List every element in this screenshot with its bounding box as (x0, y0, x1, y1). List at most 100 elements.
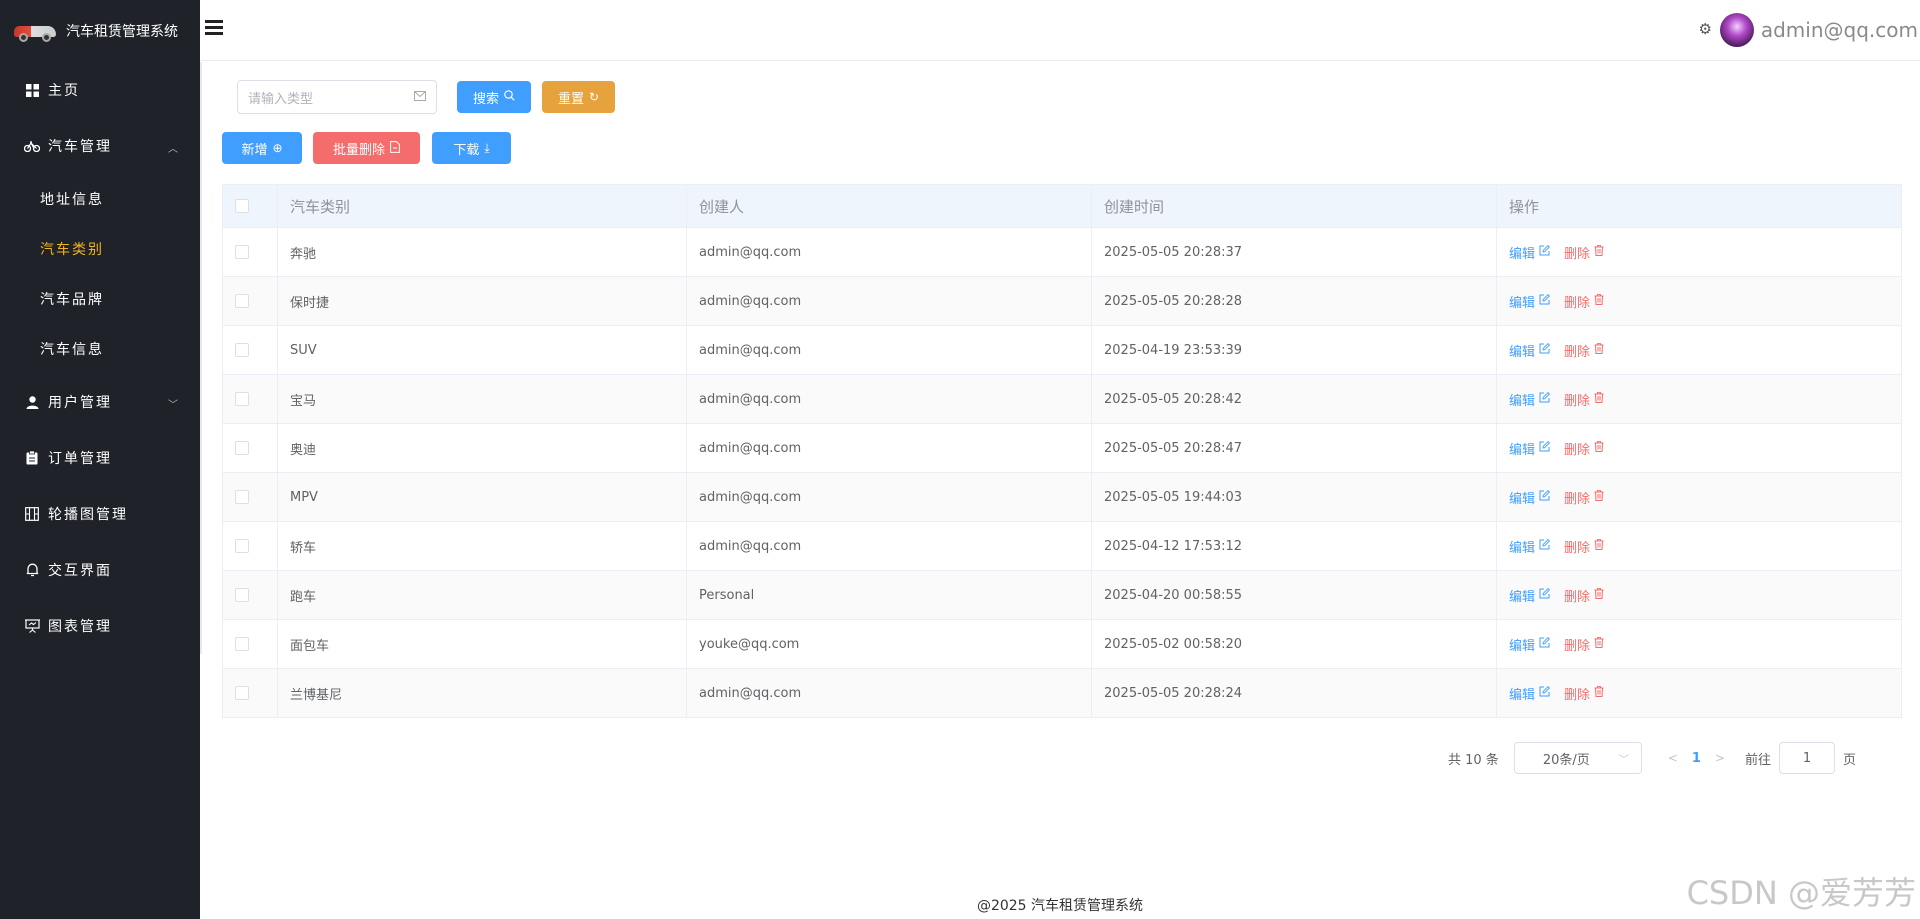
sidebar-subitem-car-info[interactable]: 汽车信息 (0, 324, 200, 374)
sidebar-item-car-management[interactable]: 汽车管理 ︿ (0, 118, 200, 174)
row-checkbox[interactable] (235, 686, 249, 700)
edit-icon (1539, 293, 1551, 308)
edit-label: 编辑 (1509, 491, 1536, 507)
table-row: SUV admin@qq.com 2025-04-19 23:53:39 编辑 删除 (223, 326, 1901, 375)
delete-button[interactable]: 删除 (1564, 586, 1604, 605)
search-button[interactable]: 搜索 (457, 81, 532, 113)
sidebar-item-home[interactable]: 主页 (0, 62, 200, 118)
mail-icon (414, 90, 426, 105)
creator-cell: admin@qq.com (687, 522, 1092, 570)
created-time-cell: 2025-05-05 20:28:24 (1092, 669, 1497, 717)
delete-label: 删除 (1564, 638, 1591, 654)
edit-icon (1539, 587, 1551, 602)
edit-button[interactable]: 编辑 (1509, 586, 1551, 605)
operations-cell: 编辑 删除 (1497, 424, 1901, 472)
created-time-cell: 2025-04-19 23:53:39 (1092, 326, 1497, 374)
row-checkbox[interactable] (235, 490, 249, 504)
user-icon (24, 394, 40, 410)
select-all-checkbox[interactable] (235, 199, 249, 213)
row-checkbox[interactable] (235, 245, 249, 259)
add-button[interactable]: 新增 ⊕ (222, 132, 302, 164)
gear-icon[interactable]: ⚙ (1699, 20, 1712, 38)
row-checkbox[interactable] (235, 637, 249, 651)
sidebar-item-interaction[interactable]: 交互界面 (0, 542, 200, 598)
delete-button[interactable]: 删除 (1564, 635, 1604, 654)
app-title: 汽车租赁管理系统 (66, 24, 178, 40)
edit-button[interactable]: 编辑 (1509, 341, 1551, 360)
page-number-current[interactable]: 1 (1692, 751, 1701, 766)
trash-icon (1594, 686, 1604, 700)
edit-button[interactable]: 编辑 (1509, 292, 1551, 311)
row-checkbox[interactable] (235, 441, 249, 455)
prev-page-icon[interactable]: < (1668, 751, 1678, 765)
batch-delete-button[interactable]: 批量删除 (313, 132, 420, 164)
sidebar-subitem-address[interactable]: 地址信息 (0, 174, 200, 224)
row-checkbox[interactable] (235, 392, 249, 406)
chevron-down-icon: ﹀ (168, 400, 178, 411)
edit-button[interactable]: 编辑 (1509, 390, 1551, 409)
creator-cell: admin@qq.com (687, 669, 1092, 717)
operations-cell: 编辑 删除 (1497, 620, 1901, 668)
delete-button[interactable]: 删除 (1564, 243, 1604, 262)
delete-button[interactable]: 删除 (1564, 488, 1604, 507)
row-checkbox[interactable] (235, 539, 249, 553)
row-checkbox[interactable] (235, 294, 249, 308)
sidebar-item-order-management[interactable]: 订单管理 (0, 430, 200, 486)
edit-button[interactable]: 编辑 (1509, 243, 1551, 262)
row-checkbox-cell (223, 669, 278, 717)
avatar[interactable] (1720, 13, 1754, 47)
creator-cell: youke@qq.com (687, 620, 1092, 668)
category-cell: 跑车 (278, 571, 687, 619)
delete-label: 删除 (1564, 589, 1591, 605)
delete-button[interactable]: 删除 (1564, 684, 1604, 703)
edit-label: 编辑 (1509, 442, 1536, 458)
download-button[interactable]: 下载 ⤓ (432, 132, 511, 164)
edit-icon (1539, 440, 1551, 455)
delete-button[interactable]: 删除 (1564, 537, 1604, 556)
sidebar-item-label: 图表管理 (48, 619, 112, 635)
operations-cell: 编辑 删除 (1497, 473, 1901, 521)
delete-button[interactable]: 删除 (1564, 292, 1604, 311)
edit-button[interactable]: 编辑 (1509, 488, 1551, 507)
table-row: 轿车 admin@qq.com 2025-04-12 17:53:12 编辑 删除 (223, 522, 1901, 571)
category-cell: 奥迪 (278, 424, 687, 472)
sidebar-item-carousel-management[interactable]: 轮播图管理 (0, 486, 200, 542)
sidebar-subitem-car-category[interactable]: 汽车类别 (0, 224, 200, 274)
edit-button[interactable]: 编辑 (1509, 635, 1551, 654)
delete-label: 删除 (1564, 246, 1591, 262)
category-cell: 宝马 (278, 375, 687, 423)
goto-page-input[interactable]: 1 (1779, 742, 1835, 774)
chevron-down-icon: ﹀ (1618, 754, 1629, 766)
edit-button[interactable]: 编辑 (1509, 537, 1551, 556)
search-bar: 请输入类型 搜索 重置 ↻ (237, 80, 616, 114)
row-checkbox[interactable] (235, 588, 249, 602)
chevron-up-icon: ︿ (168, 144, 178, 155)
trash-icon (1594, 490, 1604, 504)
row-checkbox[interactable] (235, 343, 249, 357)
delete-button[interactable]: 删除 (1564, 390, 1604, 409)
next-page-icon[interactable]: > (1715, 751, 1725, 765)
pagination-total: 共 10 条 (1448, 752, 1499, 768)
delete-button[interactable]: 删除 (1564, 439, 1604, 458)
created-time-cell: 2025-05-05 20:28:28 (1092, 277, 1497, 325)
bell-icon (24, 562, 40, 578)
created-time-cell: 2025-05-05 20:28:42 (1092, 375, 1497, 423)
menu-toggle-icon[interactable] (205, 20, 223, 36)
edit-button[interactable]: 编辑 (1509, 439, 1551, 458)
sidebar-item-chart-management[interactable]: 图表管理 (0, 598, 200, 654)
sidebar-subitem-car-brand[interactable]: 汽车品牌 (0, 274, 200, 324)
edit-button[interactable]: 编辑 (1509, 684, 1551, 703)
user-name[interactable]: admin@qq.com (1761, 18, 1918, 42)
created-time-cell: 2025-05-05 20:28:47 (1092, 424, 1497, 472)
page-suffix: 页 (1843, 752, 1857, 768)
delete-label: 删除 (1564, 491, 1591, 507)
edit-icon (1539, 342, 1551, 357)
page-size-select[interactable]: 20条/页 ﹀ (1513, 742, 1642, 774)
creator-cell: admin@qq.com (687, 277, 1092, 325)
sidebar-item-user-management[interactable]: 用户管理 ﹀ (0, 374, 200, 430)
type-search-input[interactable]: 请输入类型 (237, 80, 437, 114)
reset-button[interactable]: 重置 ↻ (542, 81, 616, 113)
edit-label: 编辑 (1509, 246, 1536, 262)
edit-icon (1539, 538, 1551, 553)
delete-button[interactable]: 删除 (1564, 341, 1604, 360)
